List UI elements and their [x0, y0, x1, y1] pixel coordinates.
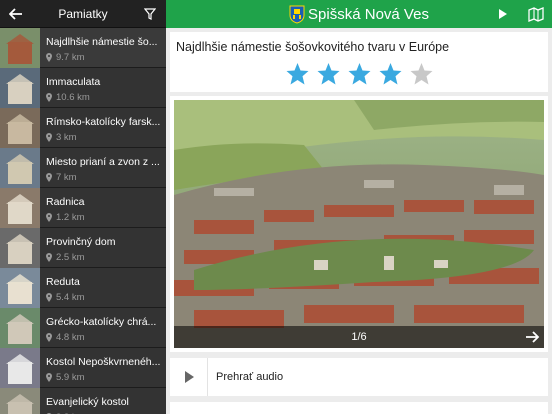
sidebar-header: Pamiatky [0, 0, 166, 28]
list-item-name: Evanjelický kostol [46, 396, 129, 408]
audio-label: Prehrať audio [216, 371, 284, 383]
list-item-distance: 3 km [56, 132, 77, 143]
list-item-distance: 9.7 km [56, 52, 85, 63]
location-pin-icon [46, 53, 52, 62]
funnel-icon[interactable] [140, 4, 160, 24]
list-item-distance: 4.8 km [56, 332, 85, 343]
poi-title: Najdlhšie námestie šošovkovitého tvaru v… [176, 40, 450, 54]
list-item-thumbnail [0, 308, 40, 348]
list-item-thumbnail [0, 188, 40, 228]
next-card [170, 402, 548, 414]
list-item[interactable]: Immaculata 10.6 km [0, 68, 166, 108]
star-icon[interactable] [285, 62, 310, 86]
map-icon[interactable] [526, 4, 546, 29]
list-item-name: Miesto prianí a zvon z ... [46, 156, 160, 168]
list-item-thumbnail [0, 68, 40, 108]
list-item[interactable]: Grécko-katolícky chrá... 4.8 km [0, 308, 166, 348]
list-item-name: Grécko-katolícky chrá... [46, 316, 157, 328]
list-item-thumbnail [0, 348, 40, 388]
rating-stars[interactable] [170, 62, 548, 86]
list-item-distance: 1.2 km [56, 212, 85, 223]
photo-card: 1/6 [170, 96, 548, 352]
list-item-thumbnail [0, 228, 40, 268]
list-item[interactable]: Provinčný dom 2.5 km [0, 228, 166, 268]
list-item[interactable]: Radnica 1.2 km [0, 188, 166, 228]
list-item-name: Najdlhšie námestie šo... [46, 36, 158, 48]
location-pin-icon [46, 253, 52, 262]
detail-pane: Najdlhšie námestie šošovkovitého tvaru v… [166, 28, 552, 414]
list-item-distance: 2.5 km [56, 252, 85, 263]
list-item[interactable]: Kostol Nepoškvrnenéh... 5.9 km [0, 348, 166, 388]
list-item-distance: 7 km [56, 172, 77, 183]
photo-counter: 1/6 [351, 331, 367, 343]
list-item-thumbnail [0, 268, 40, 308]
list-item-name: Reduta [46, 276, 80, 288]
aerial-photo-art [174, 100, 544, 348]
list-item-thumbnail [0, 28, 40, 68]
star-icon[interactable] [316, 62, 341, 86]
arrow-right-icon[interactable] [524, 329, 540, 345]
top-bar: Spišská Nová Ves [166, 0, 552, 28]
audio-play-button[interactable] [170, 358, 208, 396]
title-card: Najdlhšie námestie šošovkovitého tvaru v… [170, 32, 548, 92]
city-name: Spišská Nová Ves [308, 5, 429, 23]
location-pin-icon [46, 333, 52, 342]
list-item-name: Rímsko-katolícky farsk... [46, 116, 161, 128]
play-icon[interactable] [492, 4, 512, 29]
list-item-distance: 5.9 km [56, 372, 85, 383]
list-item-thumbnail [0, 148, 40, 188]
location-pin-icon [46, 373, 52, 382]
list-item-name: Radnica [46, 196, 85, 208]
star-icon[interactable] [409, 62, 434, 86]
location-pin-icon [46, 93, 52, 102]
photo-counter-bar: 1/6 [174, 326, 544, 348]
list-item[interactable]: Miesto prianí a zvon z ... 7 km [0, 148, 166, 188]
list-item[interactable]: Evanjelický kostol 8.8 km [0, 388, 166, 414]
list-item-thumbnail [0, 108, 40, 148]
list-item[interactable]: Reduta 5.4 km [0, 268, 166, 308]
star-icon[interactable] [347, 62, 372, 86]
list-item-name: Kostol Nepoškvrnenéh... [46, 356, 161, 368]
list-item-name: Provinčný dom [46, 236, 116, 248]
audio-card[interactable]: Prehrať audio [170, 358, 548, 396]
play-icon [184, 371, 194, 383]
list-item-thumbnail [0, 388, 40, 414]
list-item[interactable]: Rímsko-katolícky farsk... 3 km [0, 108, 166, 148]
list-item-distance: 10.6 km [56, 92, 90, 103]
location-pin-icon [46, 173, 52, 182]
location-pin-icon [46, 133, 52, 142]
city-crest-icon [289, 5, 305, 24]
list-item[interactable]: Najdlhšie námestie šo... 9.7 km [0, 28, 166, 68]
aerial-town-photo[interactable]: 1/6 [174, 100, 544, 348]
sidebar-title: Pamiatky [58, 6, 108, 21]
arrow-left-icon[interactable] [6, 4, 26, 24]
list-item-name: Immaculata [46, 76, 101, 88]
location-pin-icon [46, 293, 52, 302]
star-icon[interactable] [378, 62, 403, 86]
list-item-distance: 5.4 km [56, 292, 85, 303]
sidebar: Pamiatky Najdlhšie námestie šo... 9.7 km [0, 0, 166, 414]
sidebar-list: Najdlhšie námestie šo... 9.7 km Immacula… [0, 28, 166, 414]
location-pin-icon [46, 213, 52, 222]
